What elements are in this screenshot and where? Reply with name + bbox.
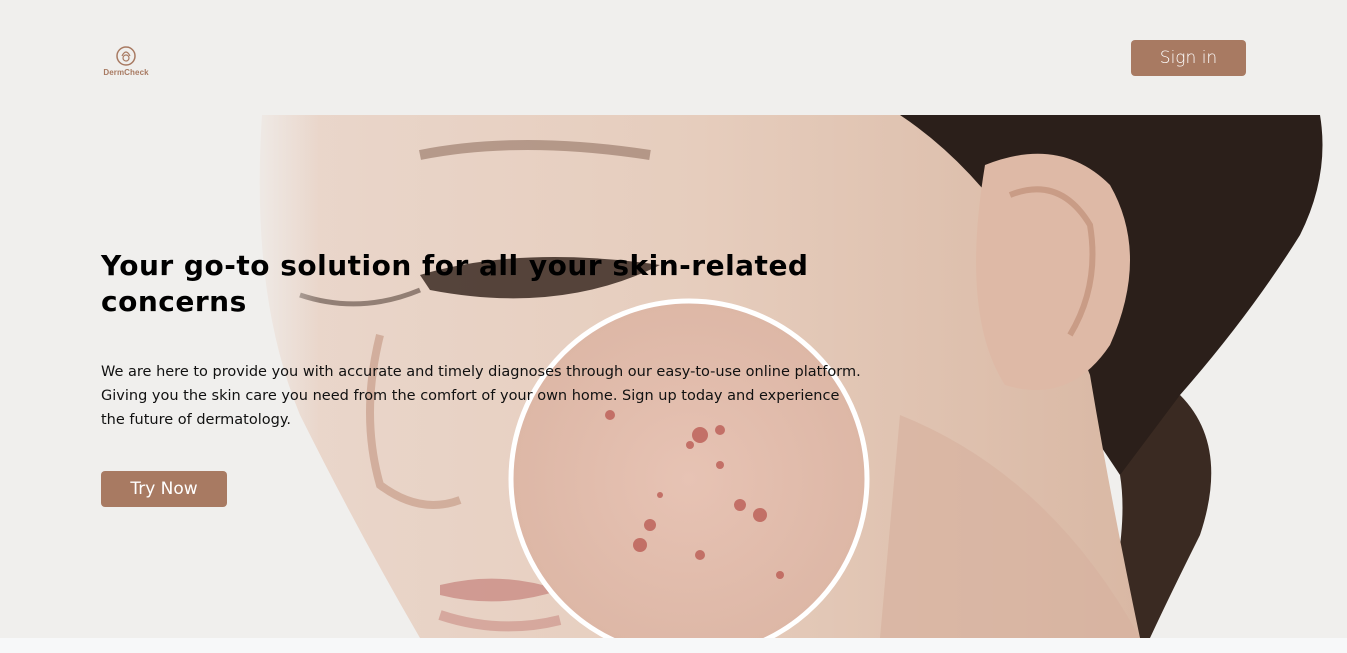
logo[interactable]: DermCheck <box>101 44 151 82</box>
hero-description: We are here to provide you with accurate… <box>101 364 861 428</box>
page-footer-strip <box>0 638 1347 653</box>
landing-page: DermCheck Sign in Your go-to solution fo… <box>0 0 1347 638</box>
try-now-button[interactable]: Try Now <box>101 471 227 507</box>
logo-text: DermCheck <box>103 68 149 77</box>
logo-icon <box>116 46 136 66</box>
sign-in-button[interactable]: Sign in <box>1131 40 1246 76</box>
hero-title: Your go-to solution for all your skin-re… <box>101 249 809 318</box>
